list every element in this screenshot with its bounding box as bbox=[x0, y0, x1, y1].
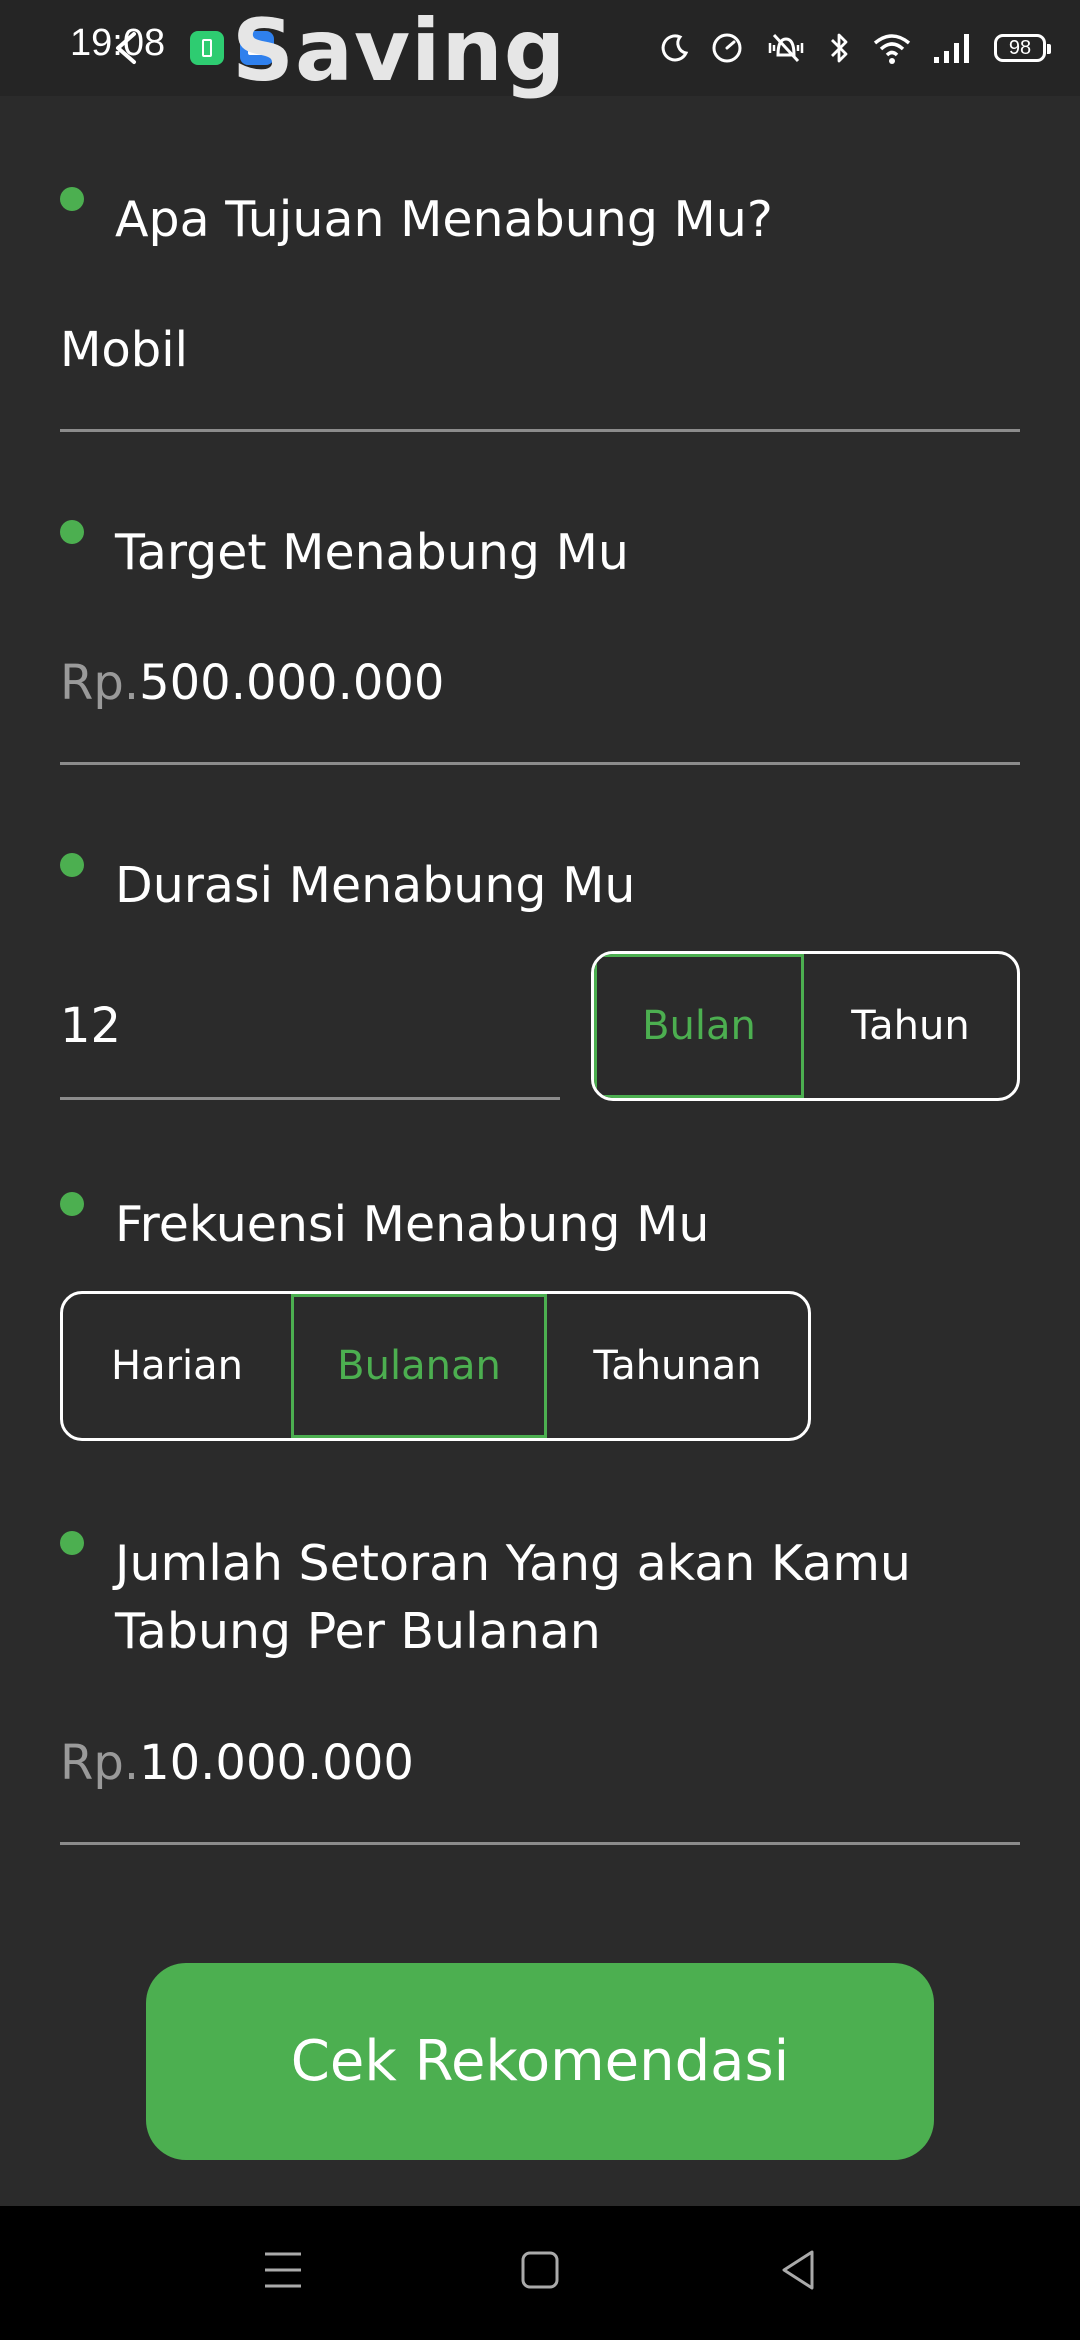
bullet-dot bbox=[60, 853, 84, 877]
target-label: Target Menabung Mu bbox=[115, 524, 629, 581]
bullet-dot bbox=[60, 520, 84, 544]
battery-saver-app-icon bbox=[190, 31, 224, 65]
frequency-option-tahunan[interactable]: Tahunan bbox=[547, 1294, 808, 1438]
status-bar: 19:08 Saving 98 bbox=[0, 0, 1080, 96]
goal-value: Mobil bbox=[60, 322, 188, 378]
duration-value: 12 bbox=[60, 998, 122, 1054]
battery-icon: 98 bbox=[994, 34, 1051, 62]
vibrate-off-icon bbox=[768, 33, 804, 63]
menu-icon[interactable] bbox=[263, 2248, 303, 2292]
system-nav-bar bbox=[0, 2206, 1080, 2340]
home-icon[interactable] bbox=[520, 2248, 560, 2292]
bullet-dot bbox=[60, 187, 84, 211]
back-icon[interactable] bbox=[778, 2248, 818, 2292]
target-value: 500.000.000 bbox=[139, 655, 445, 711]
frequency-label: Frekuensi Menabung Mu bbox=[115, 1196, 710, 1253]
back-arrow-icon[interactable] bbox=[108, 30, 144, 66]
deposit-label-line2: Tabung Per Bulanan bbox=[115, 1603, 601, 1660]
moon-icon bbox=[661, 34, 689, 62]
bullet-dot bbox=[60, 1192, 84, 1216]
signal-icon bbox=[934, 34, 969, 63]
deposit-amount-input[interactable]: Rp.10.000.000 bbox=[60, 1735, 1020, 1845]
bullet-dot bbox=[60, 1531, 84, 1555]
target-amount-input[interactable]: Rp.500.000.000 bbox=[60, 655, 1020, 765]
frequency-option-bulanan[interactable]: Bulanan bbox=[291, 1294, 547, 1438]
bluetooth-icon bbox=[831, 33, 848, 63]
wifi-icon bbox=[873, 34, 911, 64]
page-title: Saving bbox=[232, 1, 567, 101]
currency-prefix: Rp. bbox=[60, 655, 140, 711]
check-recommendation-button[interactable]: Cek Rekomendasi bbox=[146, 1963, 934, 2160]
deposit-value: 10.000.000 bbox=[139, 1735, 414, 1791]
currency-prefix: Rp. bbox=[60, 1735, 140, 1791]
speedometer-icon bbox=[712, 33, 742, 63]
goal-input[interactable]: Mobil bbox=[60, 322, 1020, 432]
goal-label: Apa Tujuan Menabung Mu? bbox=[115, 191, 773, 248]
duration-option-bulan[interactable]: Bulan bbox=[594, 954, 804, 1098]
deposit-label-line1: Jumlah Setoran Yang akan Kamu bbox=[115, 1535, 911, 1592]
frequency-toggle: Harian Bulanan Tahunan bbox=[60, 1291, 811, 1441]
status-icons: 98 bbox=[660, 26, 1051, 70]
frequency-option-harian[interactable]: Harian bbox=[63, 1294, 291, 1438]
duration-unit-toggle: Bulan Tahun bbox=[591, 951, 1020, 1101]
duration-option-tahun[interactable]: Tahun bbox=[804, 954, 1017, 1098]
duration-input[interactable]: 12 bbox=[60, 998, 560, 1100]
duration-label: Durasi Menabung Mu bbox=[115, 857, 636, 914]
